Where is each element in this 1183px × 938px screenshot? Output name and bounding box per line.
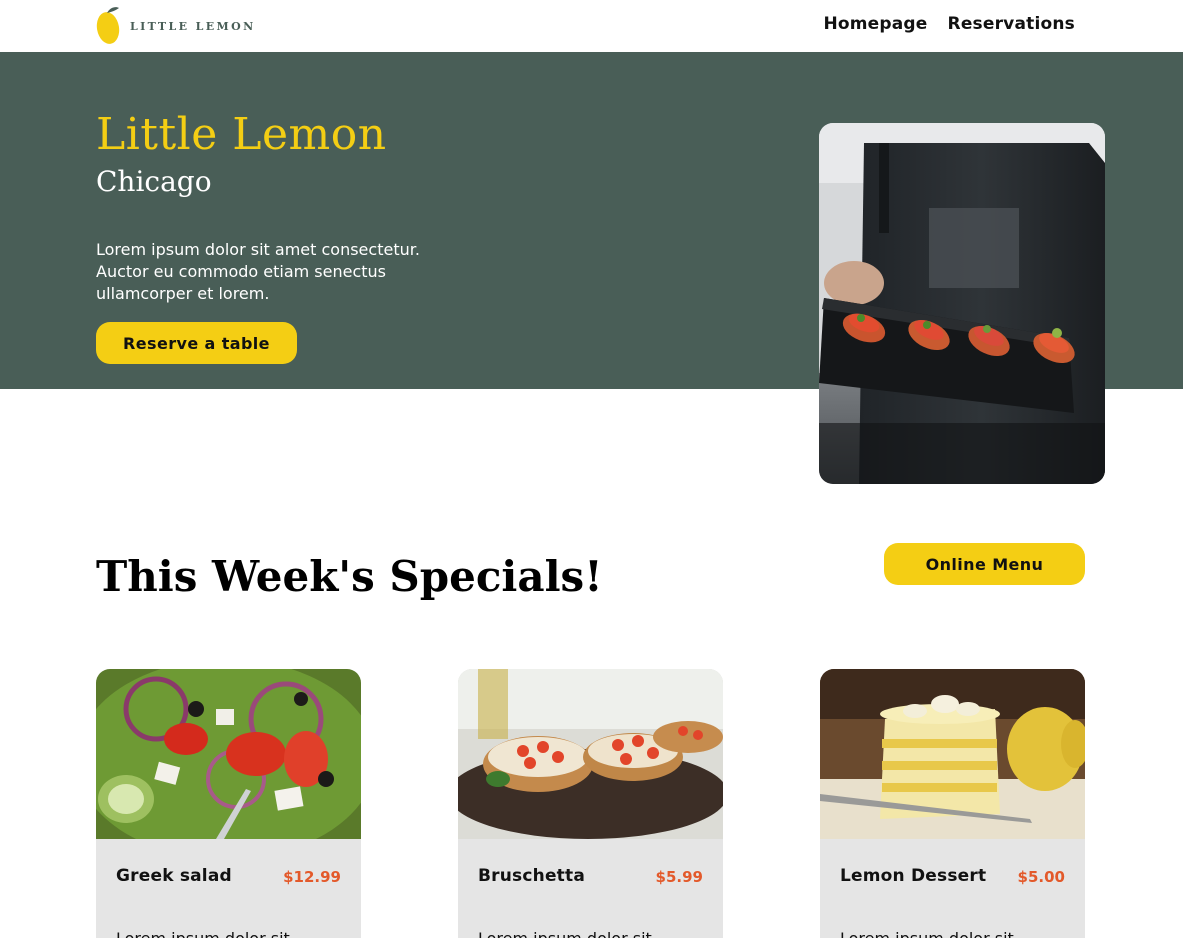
online-menu-button[interactable]: Online Menu (884, 543, 1085, 585)
bruschetta-photo-icon (458, 669, 723, 839)
logo[interactable]: LITTLE LEMON (96, 4, 256, 46)
nav-links: Homepage Reservations (823, 14, 1075, 34)
card-description: Lorem ipsum dolor sit (478, 929, 652, 938)
nav-link-homepage[interactable]: Homepage (823, 14, 927, 34)
card-body: Bruschetta $5.99 Lorem ipsum dolor sit (458, 839, 723, 938)
card-price: $12.99 (283, 868, 341, 886)
card-price: $5.99 (655, 868, 703, 886)
hero-image (819, 123, 1105, 484)
card-price: $5.00 (1017, 868, 1065, 886)
nav-link-reservations[interactable]: Reservations (948, 14, 1075, 34)
reserve-table-button[interactable]: Reserve a table (96, 322, 297, 364)
card-description: Lorem ipsum dolor sit (116, 929, 290, 938)
lemon-logo-icon (96, 7, 120, 44)
specials-title: This Week's Specials! (96, 552, 603, 601)
hero-description: Lorem ipsum dolor sit amet consectetur. … (96, 240, 420, 303)
special-card-bruschetta[interactable]: Bruschetta $5.99 Lorem ipsum dolor sit (458, 669, 723, 938)
lemon-dessert-photo-icon (820, 669, 1085, 839)
logo-text: LITTLE LEMON (130, 19, 256, 33)
special-card-greek-salad[interactable]: Greek salad $12.99 Lorem ipsum dolor sit (96, 669, 361, 938)
card-body: Greek salad $12.99 Lorem ipsum dolor sit (96, 839, 361, 938)
card-title: Greek salad (116, 866, 232, 886)
card-title: Lemon Dessert (840, 866, 987, 886)
top-nav: LITTLE LEMON Homepage Reservations (0, 0, 1183, 52)
food-tray-photo-icon (819, 123, 1105, 484)
hero-subtitle: Chicago (96, 165, 212, 198)
card-description: Lorem ipsum dolor sit (840, 929, 1014, 938)
card-title: Bruschetta (478, 866, 585, 886)
card-body: Lemon Dessert $5.00 Lorem ipsum dolor si… (820, 839, 1085, 938)
special-card-lemon-dessert[interactable]: Lemon Dessert $5.00 Lorem ipsum dolor si… (820, 669, 1085, 938)
greek-salad-photo-icon (96, 669, 361, 839)
hero-title: Little Lemon (96, 109, 387, 160)
